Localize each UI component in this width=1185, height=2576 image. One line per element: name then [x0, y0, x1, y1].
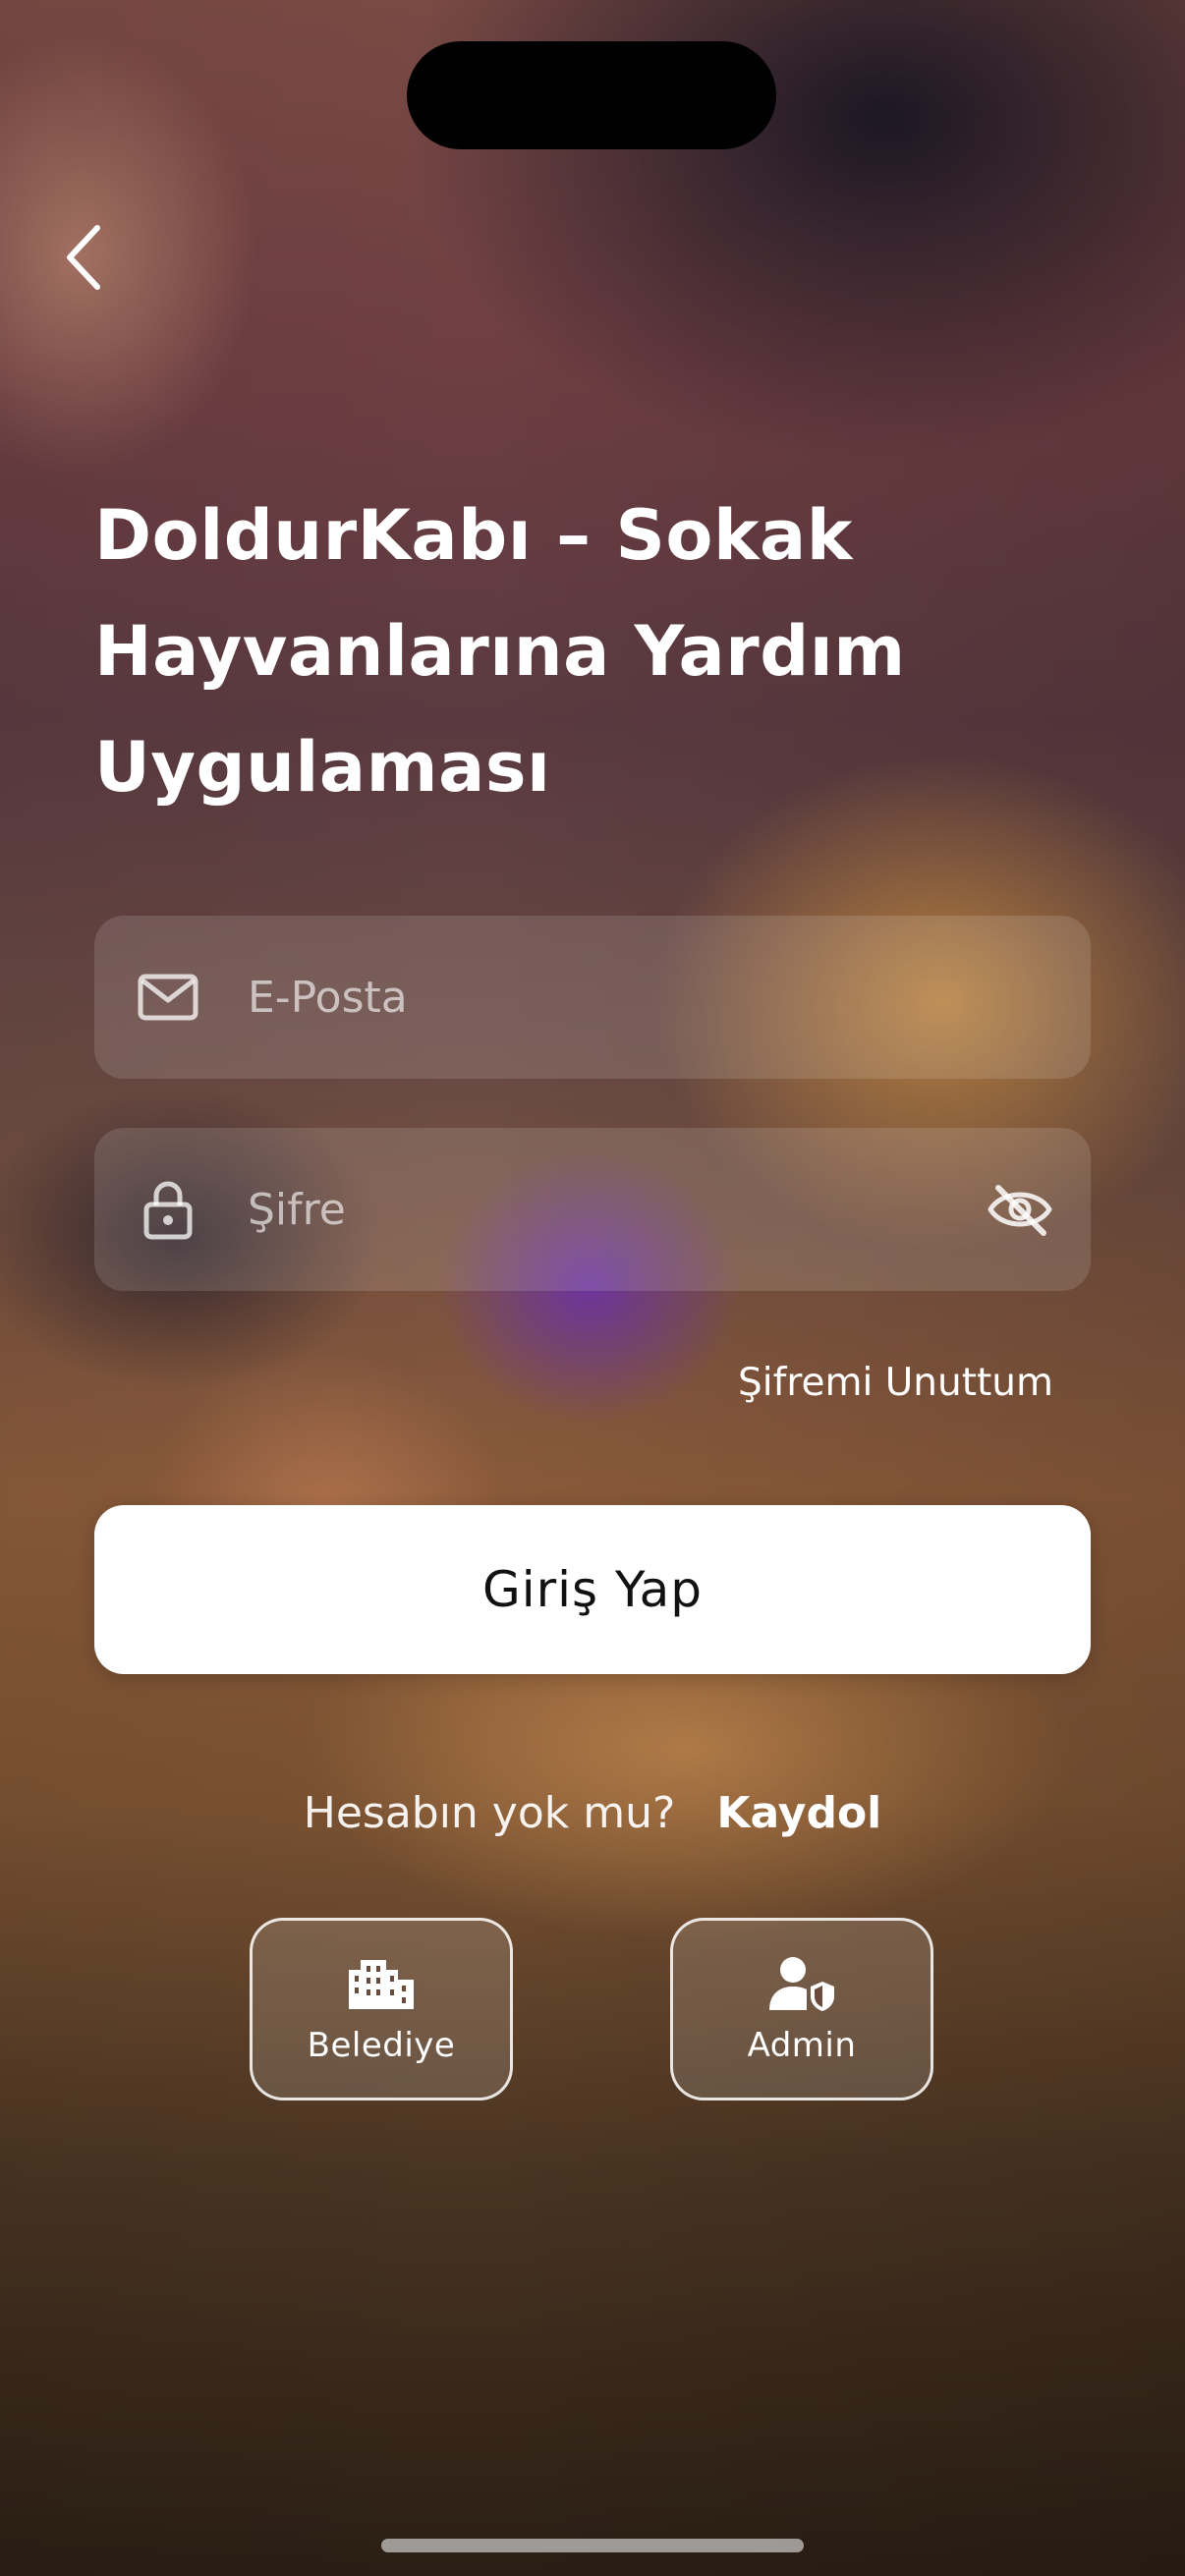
- building-icon: [346, 1953, 417, 2014]
- signup-link[interactable]: Kaydol: [716, 1788, 881, 1838]
- login-screen: DoldurKabı – Sokak Hayvanlarına Yardım U…: [0, 0, 1185, 2576]
- lock-icon: [134, 1175, 202, 1244]
- belediye-label: Belediye: [307, 2026, 456, 2065]
- signup-prompt: Hesabın yok mu?: [303, 1788, 676, 1838]
- password-input[interactable]: [248, 1128, 973, 1291]
- signup-row: Hesabın yok mu? Kaydol: [0, 1788, 1185, 1838]
- email-field[interactable]: [94, 916, 1091, 1079]
- home-indicator[interactable]: [381, 2539, 804, 2552]
- password-field[interactable]: [94, 1128, 1091, 1291]
- back-button[interactable]: [49, 218, 118, 297]
- mail-icon: [134, 963, 202, 1032]
- page-title: DoldurKabı – Sokak Hayvanlarına Yardım U…: [94, 495, 906, 808]
- eye-off-icon[interactable]: [983, 1172, 1057, 1247]
- forgot-password-link[interactable]: Şifremi Unuttum: [738, 1361, 1053, 1405]
- admin-button[interactable]: Admin: [670, 1918, 933, 2100]
- dynamic-island: [407, 41, 776, 149]
- login-button[interactable]: Giriş Yap: [94, 1505, 1091, 1674]
- user-shield-icon: [766, 1953, 837, 2014]
- email-input[interactable]: [248, 916, 973, 1079]
- chevron-left-icon: [67, 225, 100, 290]
- belediye-button[interactable]: Belediye: [250, 1918, 513, 2100]
- admin-label: Admin: [747, 2026, 857, 2065]
